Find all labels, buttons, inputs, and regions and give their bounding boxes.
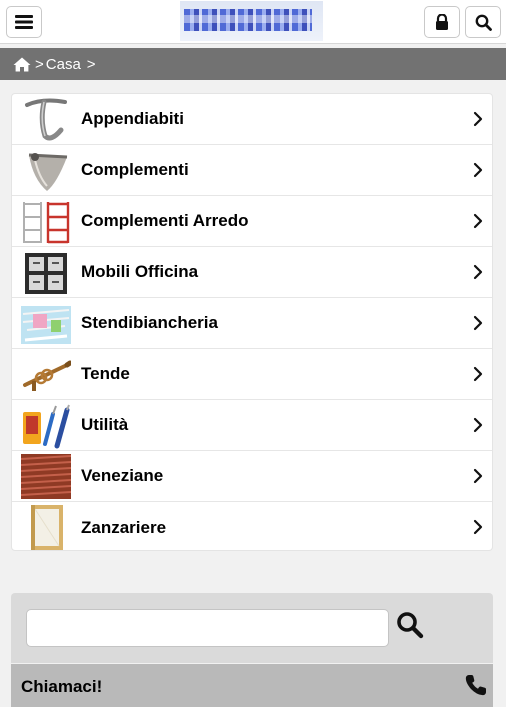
category-label: Mobili Officina [81,262,199,281]
chevron-right-icon [473,366,483,382]
search-icon [475,14,492,31]
chevron-right-icon [473,162,483,178]
breadcrumb: > Casa > [0,48,506,80]
logo-mosaic-band [184,15,312,23]
search-panel [11,593,493,663]
chevron-right-icon [473,519,483,535]
utility-tools-thumbnail [23,404,70,449]
category-label: Complementi [81,160,189,179]
category-label: Complementi Arredo [81,211,249,230]
category-list: Appendiabiti Complementi Complementi Arr… [11,93,493,551]
chevron-right-icon [473,468,483,484]
category-item-complementi[interactable]: Complementi [12,145,492,196]
chevron-right-icon [473,111,483,127]
venetian-blind-thumbnail [21,454,71,499]
lock-icon [436,13,448,30]
header-search-button[interactable] [465,6,501,38]
search-input[interactable] [26,609,389,647]
category-label: Tende [81,364,130,383]
menu-button[interactable] [6,6,42,38]
chevron-right-icon [473,213,483,229]
category-label: Veneziane [81,466,164,485]
category-label: Zanzariere [81,517,167,537]
site-logo[interactable] [180,1,323,41]
category-item-appendiabiti[interactable]: Appendiabiti [12,94,492,145]
chevron-right-icon [473,417,483,433]
category-item-tende[interactable]: Tende [12,349,492,400]
hamburger-icon [15,15,33,29]
shelf-bracket-thumbnail [28,153,68,191]
mosquito-net-thumbnail [31,505,63,550]
category-item-stendibiancheria[interactable]: Stendibiancheria [12,298,492,349]
category-label: Utilità [81,415,129,434]
home-icon[interactable] [13,57,31,72]
category-item-utilita[interactable]: Utilità [12,400,492,451]
call-label: Chiamaci! [21,677,103,696]
chevron-right-icon [473,264,483,280]
curtain-rod-thumbnail [23,360,71,391]
phone-icon[interactable] [464,673,488,697]
workshop-cabinet-thumbnail [25,253,67,294]
breadcrumb-item-casa[interactable]: Casa [46,56,81,73]
category-label: Stendibiancheria [81,313,218,332]
drying-rack-thumbnail [21,306,71,344]
hook-thumbnail [25,98,67,141]
search-submit-button[interactable] [394,609,426,641]
breadcrumb-separator: > [86,55,96,73]
category-item-zanzariere[interactable]: Zanzariere [12,502,492,553]
account-button[interactable] [424,6,460,38]
breadcrumb-separator: > [35,55,44,73]
category-item-complementi-arredo[interactable]: Complementi Arredo [12,196,492,247]
chevron-right-icon [473,315,483,331]
category-item-veneziane[interactable]: Veneziane [12,451,492,502]
category-label: Appendiabiti [81,109,184,128]
shelving-unit-thumbnail [23,202,70,244]
search-icon [397,612,424,639]
call-bar[interactable]: Chiamaci! [11,664,493,707]
top-bar [0,0,506,44]
category-item-mobili-officina[interactable]: Mobili Officina [12,247,492,298]
